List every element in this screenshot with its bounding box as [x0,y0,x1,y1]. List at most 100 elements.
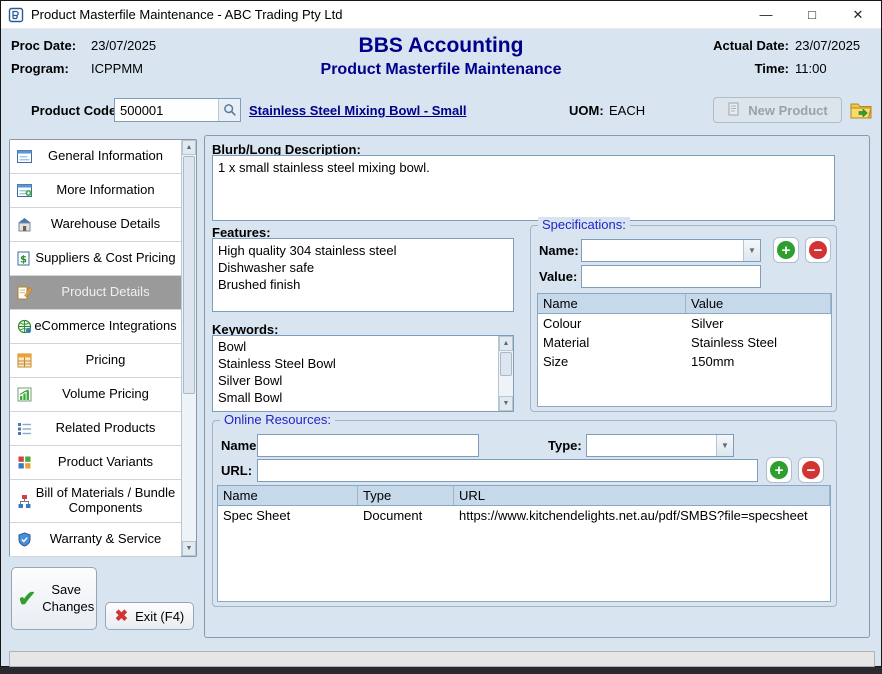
dropdown-arrow-icon: ▼ [716,435,733,456]
uom-label: UOM: [569,103,604,118]
header-right: Actual Date: 23/07/2025 Time: 11:00 [709,38,871,76]
table-row[interactable]: Colour Silver [538,314,831,333]
online-resources-table-header: Name Type URL [218,486,830,506]
column-header[interactable]: Type [358,486,454,505]
maximize-button[interactable]: □ [789,1,835,28]
product-details-panel: Blurb/Long Description: 1 x small stainl… [204,135,870,638]
spec-remove-button[interactable]: − [805,237,831,263]
spec-name-cell: Colour [538,314,686,333]
blurb-textarea[interactable]: 1 x small stainless steel mixing bowl. [212,155,835,221]
scroll-down-icon[interactable]: ▼ [499,396,513,411]
sidebar-item-pricing[interactable]: Pricing [10,344,181,378]
exit-button[interactable]: ✖ Exit (F4) [105,602,194,630]
sidebar-item-product-variants[interactable]: Product Variants [10,446,181,480]
resource-name-cell: Spec Sheet [218,506,358,525]
related-products-icon [17,421,34,436]
resource-url-input[interactable] [257,459,758,482]
online-resources-title: Online Resources: [220,412,335,427]
sidebar-item-warranty-service[interactable]: Warranty & Service [10,523,181,557]
table-row[interactable]: Material Stainless Steel [538,333,831,352]
close-button[interactable]: ✕ [835,1,881,28]
taskbar-sliver [0,667,882,674]
sidebar-list: General Information More Information War… [10,140,181,556]
features-textarea[interactable]: High quality 304 stainless steel Dishwas… [212,238,514,312]
scroll-up-icon[interactable]: ▲ [182,140,196,155]
keywords-scrollbar[interactable]: ▲ ▼ [498,336,513,411]
scroll-down-icon[interactable]: ▼ [182,541,196,556]
spec-name-label: Name: [539,243,579,258]
minus-icon: − [802,461,820,479]
resource-url-label: URL: [221,463,252,478]
column-header[interactable]: Name [218,486,358,505]
sidebar-item-more-information[interactable]: More Information [10,174,181,208]
warranty-icon [17,532,34,547]
scrollbar-thumb[interactable] [500,352,512,376]
sidebar-nav: General Information More Information War… [9,139,197,557]
new-product-button[interactable]: New Product [713,97,842,123]
resource-add-button[interactable]: + [766,457,792,483]
sidebar-item-product-details[interactable]: Product Details [10,276,181,310]
sidebar-item-warehouse-details[interactable]: Warehouse Details [10,208,181,242]
plus-icon: + [770,461,788,479]
keyword-line: Small Bowl [218,389,493,406]
sidebar-item-general-information[interactable]: General Information [10,140,181,174]
product-code-field [114,98,241,122]
product-details-icon [17,285,34,300]
uom-value: EACH [609,103,645,118]
keyword-line: Stainless Steel Bowl [218,355,493,372]
spec-value-cell: Silver [686,314,831,333]
spec-name-select[interactable]: ▼ [581,239,761,262]
sidebar-item-volume-pricing[interactable]: Volume Pricing [10,378,181,412]
save-changes-button[interactable]: ✔ Save Changes [11,567,97,630]
volume-pricing-icon [17,387,34,402]
bom-icon [17,494,34,509]
product-code-input[interactable] [115,99,218,121]
sidebar-item-suppliers-cost-pricing[interactable]: $ Suppliers & Cost Pricing [10,242,181,276]
search-icon[interactable] [218,99,240,121]
time-label: Time: [709,61,795,76]
sidebar-item-ecommerce-integrations[interactable]: eCommerce Integrations [10,310,181,344]
svg-text:$: $ [20,255,27,266]
online-resources-group: Online Resources: Name: Type: ▼ URL: + − [212,420,837,607]
keywords-box[interactable]: Bowl Stainless Steel Bowl Silver Bowl Sm… [212,335,514,412]
spec-value-input[interactable] [581,265,761,288]
check-icon: ✔ [18,586,36,612]
status-bar [9,651,875,667]
product-code-label: Product Code: [31,103,121,118]
minus-icon: − [809,241,827,259]
sidebar-scrollbar[interactable]: ▲ ▼ [181,140,196,556]
column-header[interactable]: Name [538,294,686,313]
online-resources-table: Name Type URL Spec Sheet Document https:… [217,485,831,602]
column-header[interactable]: URL [454,486,830,505]
sidebar-item-bill-of-materials[interactable]: Bill of Materials / Bundle Components [10,480,181,523]
column-header[interactable]: Value [686,294,831,313]
general-info-icon [17,149,34,164]
scrollbar-thumb[interactable] [183,156,195,394]
table-row[interactable]: Spec Sheet Document https://www.kitchend… [218,506,830,525]
spec-name-cell: Material [538,333,686,352]
app-icon [8,7,24,23]
table-row[interactable]: Size 150mm [538,352,831,371]
resource-type-select[interactable]: ▼ [586,434,734,457]
specifications-title: Specifications: [538,217,630,232]
ecommerce-icon [17,319,34,334]
product-description-link[interactable]: Stainless Steel Mixing Bowl - Small [249,103,466,118]
spec-add-button[interactable]: + [773,237,799,263]
screen: Product Masterfile Maintenance - ABC Tra… [0,0,882,674]
specifications-group: Specifications: Name: ▼ + − Value: Name [530,225,837,412]
minimize-button[interactable]: — [743,1,789,28]
keyword-line: Bowl [218,338,493,355]
spec-value-cell: Stainless Steel [686,333,831,352]
resource-name-input[interactable] [257,434,479,457]
scroll-up-icon[interactable]: ▲ [499,336,513,351]
cross-icon: ✖ [115,606,128,626]
resource-name-label: Name: [221,438,261,453]
suppliers-cost-icon: $ [17,251,34,266]
spec-name-value [582,240,743,261]
sidebar-item-related-products[interactable]: Related Products [10,412,181,446]
resource-type-label: Type: [548,438,582,453]
window-controls: — □ ✕ [743,1,881,28]
open-folder-icon[interactable] [848,97,874,123]
resource-remove-button[interactable]: − [798,457,824,483]
resource-type-value [587,435,716,456]
